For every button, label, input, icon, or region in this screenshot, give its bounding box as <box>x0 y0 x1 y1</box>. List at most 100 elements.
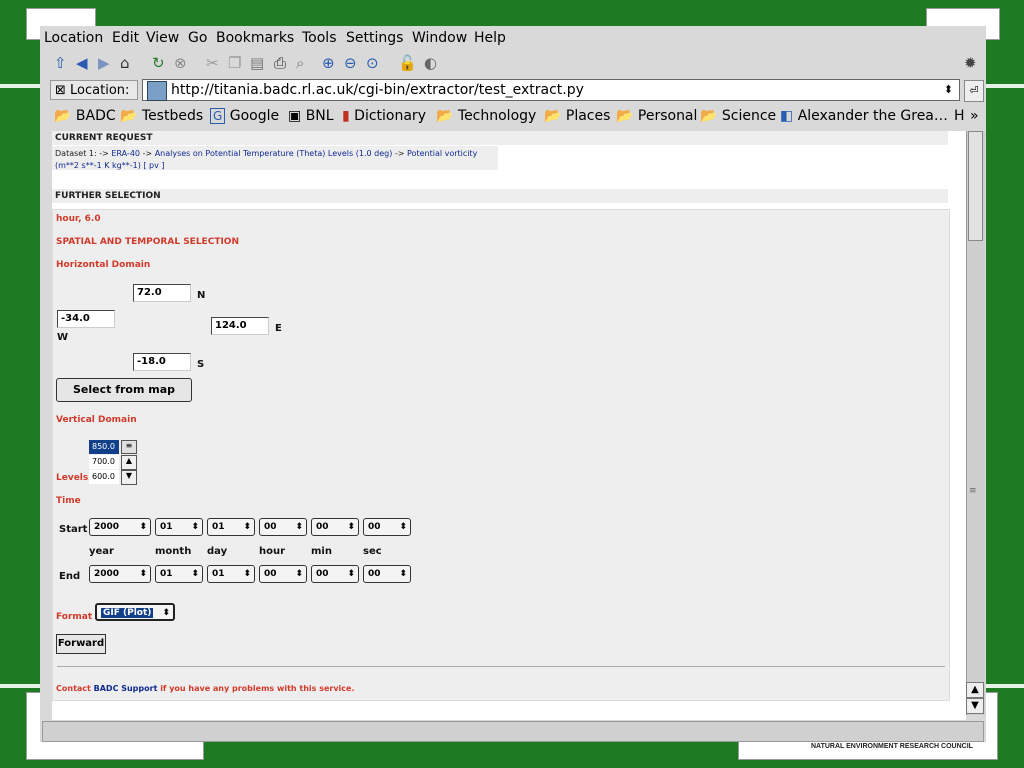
vertical-scrollbar[interactable]: ≡ <box>966 131 985 715</box>
security-icon[interactable]: 🔓 <box>398 54 417 72</box>
print-icon[interactable]: ⎙ <box>274 54 286 72</box>
zoom-in-icon[interactable]: ⊕ <box>322 54 335 72</box>
go-button[interactable]: ⏎ <box>964 80 984 102</box>
menu-view[interactable]: View <box>146 30 179 46</box>
west-label: W <box>57 332 69 343</box>
start-year-select[interactable]: 2000 ⬍ <box>89 518 151 536</box>
format-label: Format <box>56 612 93 622</box>
end-sec-select[interactable]: 00 ⬍ <box>363 565 411 583</box>
end-min-select[interactable]: 00 ⬍ <box>311 565 359 583</box>
scrollbar-thumb[interactable] <box>968 131 983 241</box>
menu-tools[interactable]: Tools <box>302 30 337 46</box>
location-label: ⊠ Location: <box>50 80 138 100</box>
bookmark-places[interactable]: 📂 Places <box>544 108 610 124</box>
levels-label: Levels <box>56 473 89 483</box>
spatial-temporal-heading: SPATIAL AND TEMPORAL SELECTION <box>56 237 239 247</box>
bookmark-badc[interactable]: 📂 BADC <box>54 108 116 124</box>
unit-day: day <box>207 546 228 557</box>
start-month-select[interactable]: 01 ⬍ <box>155 518 203 536</box>
find-icon[interactable]: ⌕ <box>296 54 304 72</box>
divider <box>57 666 945 667</box>
scrollbar-grip-icon: ≡ <box>969 486 977 496</box>
bookmark-technology[interactable]: 📂 Technology <box>436 108 536 124</box>
format-select[interactable]: GIF (Plot) ⬍ <box>95 603 175 621</box>
url-dropdown-icon[interactable]: ⬍ <box>944 80 953 100</box>
bookmark-page-icon: ◧ <box>780 108 794 124</box>
end-month-select[interactable]: 01 ⬍ <box>155 565 203 583</box>
menu-window[interactable]: Window <box>412 30 467 46</box>
bookmark-personal[interactable]: 📂 Personal <box>616 108 697 124</box>
level-option[interactable]: 600.0 <box>89 470 119 484</box>
scroll-up-button[interactable]: ▲ <box>966 682 984 698</box>
unit-month: month <box>155 546 192 557</box>
start-min-select[interactable]: 00 ⬍ <box>311 518 359 536</box>
end-day-select[interactable]: 01 ⬍ <box>207 565 255 583</box>
north-input[interactable]: 72.0 <box>133 284 191 302</box>
levels-listbox[interactable]: 850.0 700.0 600.0 ≡ ▲ ▼ <box>89 440 139 486</box>
level-option[interactable]: 700.0 <box>89 455 119 469</box>
levels-scroll-down[interactable]: ▼ <box>121 470 137 485</box>
dataset-breadcrumb: Dataset 1: -> ERA-40 -> Analyses on Pote… <box>52 146 498 170</box>
menu-settings[interactable]: Settings <box>346 30 403 46</box>
contact-line: Contact BADC Support if you have any pro… <box>56 684 355 693</box>
up-icon[interactable]: ⇧ <box>54 54 67 72</box>
zoom-reset-icon[interactable]: ⊙ <box>366 54 379 72</box>
copy-icon[interactable]: ❐ <box>228 54 241 72</box>
further-selection-heading: FURTHER SELECTION <box>52 189 948 203</box>
level-option-selected[interactable]: 850.0 <box>89 440 119 454</box>
unit-hour: hour <box>259 546 286 557</box>
reload-icon[interactable]: ↻ <box>152 54 165 72</box>
horizontal-domain-heading: Horizontal Domain <box>56 260 151 270</box>
location-icon: ⊠ <box>55 83 71 98</box>
back-icon[interactable]: ◀ <box>76 54 88 72</box>
end-year-select[interactable]: 2000 ⬍ <box>89 565 151 583</box>
bookmark-h[interactable]: H <box>954 108 965 124</box>
link-era40[interactable]: ERA-40 <box>111 149 140 158</box>
home-icon[interactable]: ⌂ <box>120 54 130 72</box>
menu-go[interactable]: Go <box>188 30 207 46</box>
scroll-down-button[interactable]: ▼ <box>966 698 984 714</box>
bookmark-testbeds[interactable]: 📂 Testbeds <box>120 108 203 124</box>
hour-text: hour, 6.0 <box>56 214 101 224</box>
mic-icon[interactable]: ◐ <box>424 54 437 72</box>
url-input[interactable]: http://titania.badc.rl.ac.uk/cgi-bin/ext… <box>142 79 960 101</box>
levels-scroll-thumb[interactable]: ≡ <box>121 440 137 454</box>
browser-window: Location Edit View Go Bookmarks Tools Se… <box>40 26 986 742</box>
bookmark-science[interactable]: 📂 Science <box>700 108 776 124</box>
konqueror-gear-icon[interactable]: ✹ <box>964 54 977 72</box>
bookmark-bnl[interactable]: ▣ BNL <box>288 108 334 124</box>
format-selected-value: GIF (Plot) <box>101 608 154 618</box>
forward-button[interactable]: Forward <box>56 634 106 654</box>
page-content: CURRENT REQUEST Dataset 1: -> ERA-40 -> … <box>52 131 966 721</box>
bookmark-google[interactable]: G Google <box>210 108 279 124</box>
east-input[interactable]: 124.0 <box>211 317 269 335</box>
start-sec-select[interactable]: 00 ⬍ <box>363 518 411 536</box>
south-label: S <box>197 359 205 370</box>
menu-help[interactable]: Help <box>474 30 506 46</box>
south-input[interactable]: -18.0 <box>133 353 191 371</box>
cut-icon[interactable]: ✂ <box>206 54 219 72</box>
levels-scroll-up[interactable]: ▲ <box>121 455 137 470</box>
zoom-out-icon[interactable]: ⊖ <box>344 54 357 72</box>
menu-location[interactable]: Location <box>44 30 103 46</box>
unit-min: min <box>311 546 332 557</box>
google-icon: G <box>210 108 226 124</box>
badc-support-link[interactable]: BADC Support <box>94 684 158 693</box>
bookmark-dictionary[interactable]: ▮ Dictionary <box>342 108 426 124</box>
menu-bookmarks[interactable]: Bookmarks <box>216 30 294 46</box>
paste-icon[interactable]: ▤ <box>250 54 264 72</box>
unit-year: year <box>89 546 114 557</box>
link-analyses-theta[interactable]: Analyses on Potential Temperature (Theta… <box>155 149 393 158</box>
end-hour-select[interactable]: 00 ⬍ <box>259 565 307 583</box>
bookmark-alexander[interactable]: ◧ Alexander the Grea… <box>780 108 948 124</box>
bookmarks-overflow-button[interactable]: » <box>970 108 979 124</box>
select-from-map-button[interactable]: Select from map <box>56 378 192 402</box>
forward-icon[interactable]: ▶ <box>98 54 110 72</box>
stop-icon[interactable]: ⊗ <box>174 54 187 72</box>
menu-edit[interactable]: Edit <box>112 30 139 46</box>
start-label: Start <box>59 524 88 535</box>
start-day-select[interactable]: 01 ⬍ <box>207 518 255 536</box>
start-hour-select[interactable]: 00 ⬍ <box>259 518 307 536</box>
menubar: Location Edit View Go Bookmarks Tools Se… <box>40 26 986 52</box>
west-input[interactable]: -34.0 <box>57 310 115 328</box>
